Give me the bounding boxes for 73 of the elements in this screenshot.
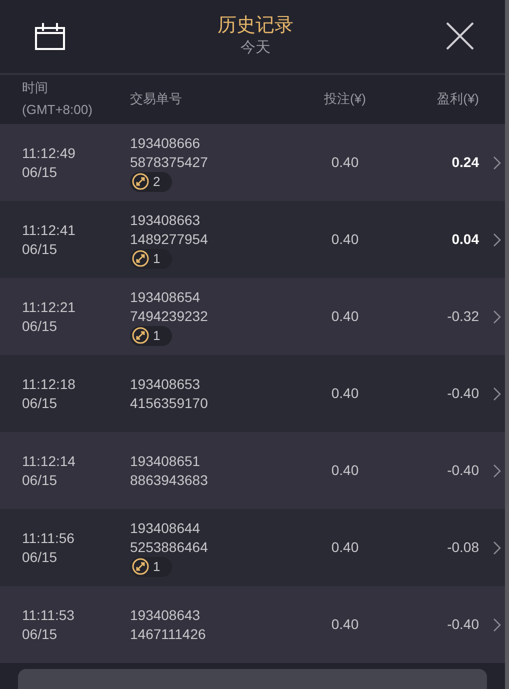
stake-amount: 0.40	[330, 615, 360, 634]
column-header: 时间	[22, 79, 49, 98]
chevron-right-icon	[493, 156, 501, 170]
stake-amount: 0.40	[330, 461, 360, 480]
order-number: 8863943683	[130, 470, 208, 490]
profit-amount: -0.40	[446, 461, 479, 480]
history-row[interactable]: 11:12:14 06/15 193408651 8863943683 0.40 -0.40	[0, 432, 505, 509]
order-number: 5878375427	[130, 152, 208, 172]
history-row[interactable]: 11:12:49 06/15 193408666 5878375427 2 0.40 0.24	[0, 124, 505, 201]
stake-amount: 0.40	[330, 384, 360, 403]
chevron-right-icon	[493, 464, 501, 478]
trade-time: 11:12:21	[22, 298, 76, 316]
order-number: 7494239232	[130, 306, 208, 326]
trade-time: 11:12:41	[22, 220, 76, 240]
trade-date: 06/15	[22, 624, 58, 644]
trade-date: 06/15	[22, 316, 58, 336]
column-header: 盈利(¥)	[436, 90, 479, 108]
order-number: 4156359170	[130, 394, 208, 412]
profit-amount: -0.32	[446, 307, 479, 326]
order-number: 193408653	[130, 374, 200, 394]
order-number: 193408654	[130, 288, 200, 306]
trade-date: 06/15	[22, 470, 58, 490]
count-badge: 1	[130, 556, 172, 576]
chevron-right-icon	[493, 232, 501, 246]
trade-time: 11:12:14	[22, 452, 76, 470]
expand-icon	[132, 250, 149, 267]
history-row[interactable]: 11:11:56 06/15 193408644 5253886464 1 0.40 -0.08	[0, 509, 505, 586]
order-number: 193408666	[130, 134, 200, 152]
close-icon[interactable]	[445, 21, 475, 52]
trade-time: 11:11:56	[22, 528, 76, 548]
timezone-label: (GMT+8:00)	[22, 101, 94, 120]
expand-icon	[132, 173, 149, 190]
chevron-right-icon	[493, 386, 501, 400]
order-number: 193408643	[130, 606, 200, 624]
profit-amount: -0.40	[446, 384, 479, 403]
profit-amount: -0.08	[446, 538, 479, 557]
expand-icon	[132, 558, 149, 575]
history-row[interactable]: 11:12:41 06/15 193408663 1489277954 1 0.40 0.04	[0, 201, 505, 278]
chevron-right-icon	[493, 310, 501, 324]
column-header: 交易单号	[130, 90, 183, 108]
history-row[interactable]: 11:11:53 06/15 193408643 1467111426 0.40 -0.40	[0, 586, 505, 663]
count-badge: 1	[130, 326, 172, 346]
stake-amount: 0.40	[330, 153, 360, 172]
order-number: 193408663	[130, 210, 200, 230]
trade-date: 06/15	[22, 240, 58, 258]
trade-time: 11:11:53	[22, 606, 76, 624]
stake-amount: 0.40	[330, 538, 360, 557]
trade-date: 06/15	[22, 394, 58, 412]
order-number: 1489277954	[130, 230, 208, 248]
trade-time: 11:12:18	[22, 374, 76, 394]
page-title: 历史记录	[218, 14, 294, 38]
order-number: 5253886464	[130, 538, 208, 556]
history-row[interactable]: 11:12:21 06/15 193408654 7494239232 1 0.40 -0.32	[0, 278, 505, 355]
profit-amount: 0.04	[450, 230, 479, 249]
trade-date: 06/15	[22, 548, 58, 566]
stake-amount: 0.40	[330, 307, 360, 326]
chevron-right-icon	[493, 618, 501, 632]
profit-amount: 0.24	[450, 153, 479, 172]
expand-icon	[132, 327, 149, 344]
history-row[interactable]: 11:12:18 06/15 193408653 4156359170 0.40 -0.40	[0, 355, 505, 432]
order-number: 193408644	[130, 518, 200, 538]
calendar-icon[interactable]	[34, 22, 66, 50]
trade-date: 06/15	[22, 162, 58, 182]
order-number: 1467111426	[130, 624, 206, 644]
date-filter[interactable]: 今天	[240, 38, 270, 58]
chevron-right-icon	[493, 540, 501, 554]
stake-amount: 0.40	[330, 230, 360, 249]
trade-time: 11:12:49	[22, 144, 76, 162]
order-number: 193408651	[130, 452, 200, 470]
count-badge: 1	[130, 248, 172, 268]
count-badge: 2	[130, 172, 172, 192]
column-header: 投注(¥)	[323, 90, 367, 108]
profit-amount: -0.40	[446, 615, 479, 634]
